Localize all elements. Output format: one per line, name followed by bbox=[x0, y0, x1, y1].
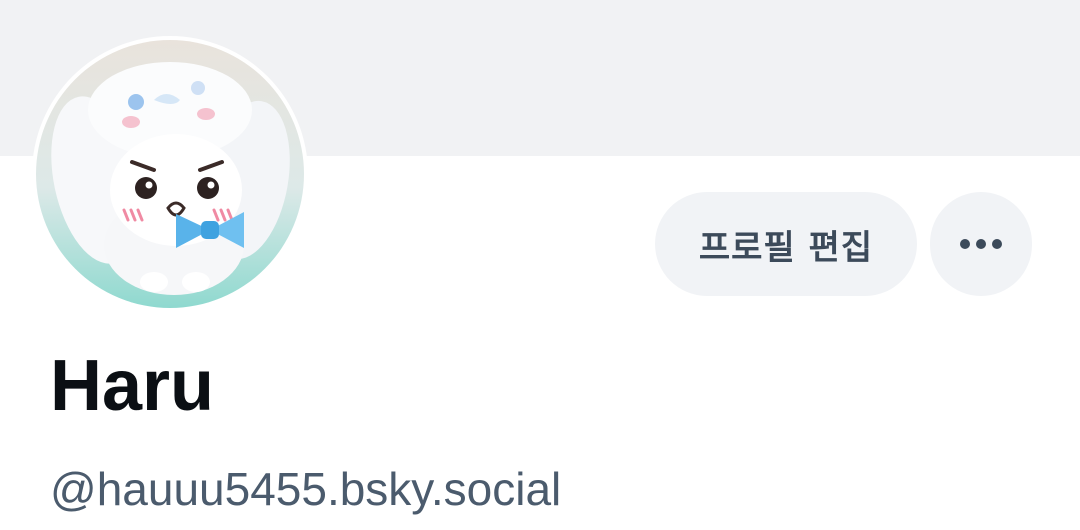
display-name: Haru bbox=[50, 346, 215, 426]
edit-profile-button[interactable]: 프로필 편집 bbox=[655, 192, 917, 296]
ellipsis-icon bbox=[960, 239, 1002, 249]
more-options-button[interactable] bbox=[930, 192, 1032, 296]
profile-avatar[interactable] bbox=[32, 36, 308, 312]
plush-avatar-icon bbox=[36, 40, 304, 308]
profile-handle: @hauuu5455.bsky.social bbox=[50, 463, 562, 515]
